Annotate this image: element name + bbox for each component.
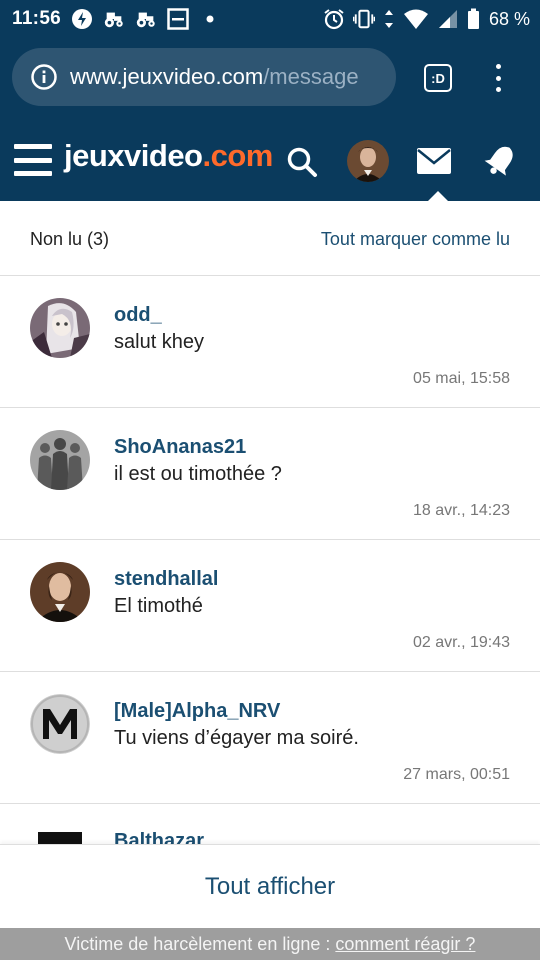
harassment-footer: Victime de harcèlement en ligne : commen… <box>0 928 540 960</box>
show-all-bar: Tout afficher <box>0 844 540 928</box>
mail-icon[interactable] <box>417 148 451 174</box>
footer-link[interactable]: comment réagir ? <box>335 934 475 955</box>
battery-icon <box>467 8 481 30</box>
message-list: odd_ salut khey 05 mai, 15:58 ShoAnanas2… <box>0 276 540 804</box>
browser-toolbar: www.jeuxvideo.com/message :D <box>0 38 540 120</box>
tab-switcher-button[interactable]: :D <box>424 64 452 92</box>
message-username[interactable]: [Male]Alpha_NRV <box>114 700 280 723</box>
unread-count-label: Non lu (3) <box>30 229 110 249</box>
screen-icon <box>167 8 189 30</box>
mark-all-read-link[interactable]: Tout marquer comme lu <box>321 229 510 250</box>
message-username[interactable]: stendhallal <box>114 568 218 591</box>
url-host: www.jeuxvideo.com <box>70 64 264 89</box>
message-item-partial[interactable]: Balthazar <box>0 804 540 844</box>
hamburger-menu-icon[interactable] <box>14 144 52 176</box>
message-date: 27 mars, 00:51 <box>403 766 510 783</box>
message-date: 05 mai, 15:58 <box>413 370 510 387</box>
avatar <box>30 430 90 490</box>
avatar <box>38 832 82 844</box>
messages-panel-header: Non lu (3) Tout marquer comme lu <box>0 201 540 276</box>
battery-percent: 68 % <box>488 8 530 29</box>
avatar <box>30 298 90 358</box>
alarm-icon <box>323 8 345 30</box>
show-all-button[interactable]: Tout afficher <box>205 873 335 901</box>
message-preview: il est ou timothée ? <box>114 463 282 485</box>
message-date: 18 avr., 14:23 <box>413 502 510 519</box>
dot-icon <box>199 8 221 30</box>
logo-main: jeuxvideo <box>64 138 203 173</box>
site-logo[interactable]: jeuxvideo.com <box>64 138 273 174</box>
active-indicator <box>428 191 448 201</box>
message-preview: Tu viens d’égayer ma soiré. <box>114 727 359 749</box>
address-bar[interactable]: www.jeuxvideo.com/message <box>12 48 396 106</box>
status-right: 68 % <box>323 8 530 30</box>
status-time: 11:56 <box>12 8 62 29</box>
site-header: jeuxvideo.com <box>0 120 540 201</box>
more-menu-icon[interactable] <box>488 64 508 92</box>
vibrate-icon <box>352 8 375 30</box>
message-item[interactable]: [Male]Alpha_NRV Tu viens d’égayer ma soi… <box>0 672 540 804</box>
message-preview: salut khey <box>114 331 205 353</box>
url-text[interactable]: www.jeuxvideo.com/message <box>70 64 359 90</box>
tractor-icon <box>135 8 157 30</box>
message-item[interactable]: odd_ salut khey 05 mai, 15:58 <box>0 276 540 408</box>
logo-accent: .com <box>202 138 274 173</box>
message-username[interactable]: ShoAnanas21 <box>114 436 246 459</box>
message-item[interactable]: stendhallal El timothé 02 avr., 19:43 <box>0 540 540 672</box>
status-bar: 11:56 68 % <box>0 0 540 38</box>
info-icon[interactable] <box>30 63 58 91</box>
user-avatar[interactable] <box>347 140 389 182</box>
url-path: /message <box>263 64 359 89</box>
bolt-icon <box>71 8 93 30</box>
footer-text: Victime de harcèlement en ligne : <box>64 933 331 954</box>
data-arrows-icon <box>383 8 395 30</box>
tab-switcher-label: :D <box>431 70 445 86</box>
tractor-icon <box>103 8 125 30</box>
message-username[interactable]: Balthazar <box>114 830 204 844</box>
message-preview: El timothé <box>114 595 203 617</box>
wifi-icon <box>403 8 429 30</box>
message-date: 02 avr., 19:43 <box>413 634 510 651</box>
message-username[interactable]: odd_ <box>114 304 162 327</box>
avatar <box>30 562 90 622</box>
status-left: 11:56 <box>12 8 221 30</box>
avatar <box>30 694 90 754</box>
message-item[interactable]: ShoAnanas21 il est ou timothée ? 18 avr.… <box>0 408 540 540</box>
signal-icon <box>437 8 459 30</box>
search-icon[interactable] <box>286 146 318 178</box>
bell-icon[interactable] <box>484 142 518 178</box>
